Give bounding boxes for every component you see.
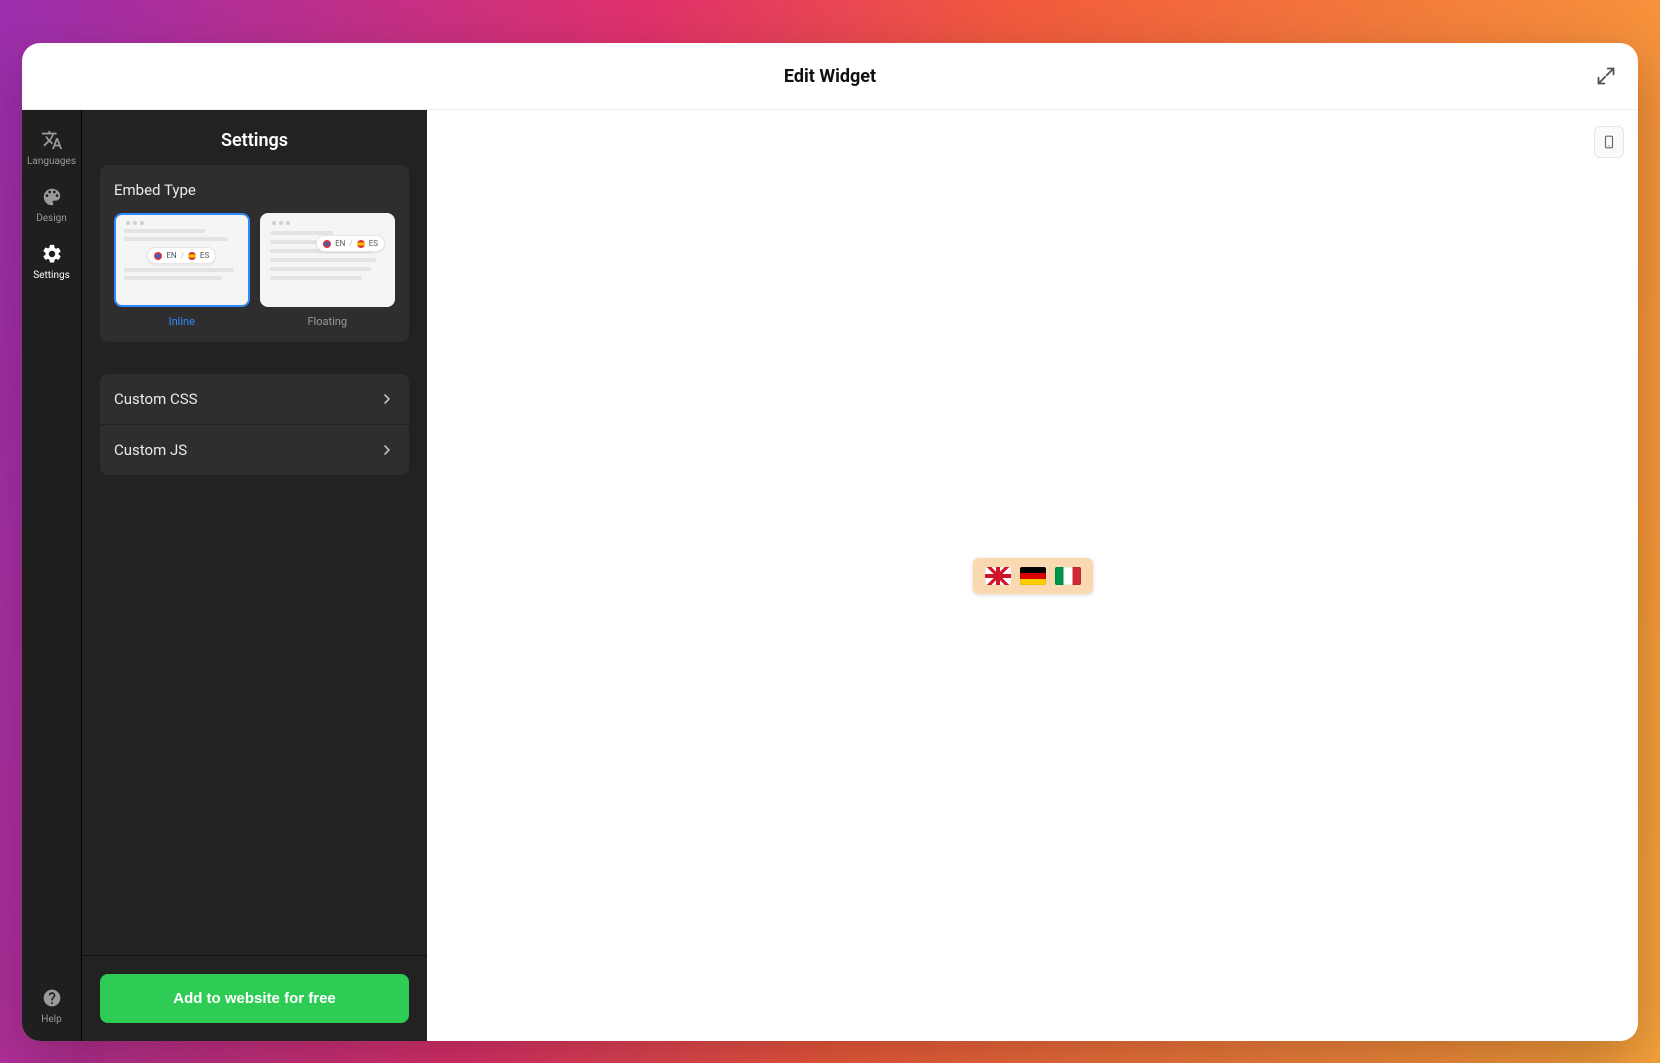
- window-dots-icon: [270, 221, 386, 229]
- nav-item-help[interactable]: Help: [22, 976, 81, 1041]
- pill-lang: EN: [335, 239, 345, 248]
- embed-thumb-floating: EN / ES: [260, 213, 396, 307]
- row-label: Custom JS: [114, 441, 187, 459]
- flag-es-icon: [357, 240, 365, 248]
- row-label: Custom CSS: [114, 390, 198, 408]
- embed-option-inline[interactable]: EN / ES Inline: [114, 213, 250, 328]
- embed-type-card: Embed Type EN / E: [100, 165, 409, 342]
- translate-icon: [40, 128, 64, 152]
- nav-label: Design: [36, 213, 67, 224]
- embed-caption: Inline: [169, 315, 195, 328]
- embed-type-label: Embed Type: [114, 181, 395, 199]
- flag-en-icon: [323, 240, 331, 248]
- embed-caption: Floating: [307, 315, 347, 328]
- language-widget[interactable]: [973, 558, 1093, 594]
- chevron-right-icon: [379, 442, 395, 458]
- settings-panel: Settings Embed Type EN /: [82, 110, 427, 1041]
- settings-footer: Add to website for free: [82, 955, 427, 1041]
- side-nav: Languages Design Settings Help: [22, 110, 82, 1041]
- modal-body: Languages Design Settings Help: [22, 110, 1638, 1041]
- modal-title: Edit Widget: [784, 66, 876, 87]
- advanced-rows: Custom CSS Custom JS: [100, 374, 409, 475]
- expand-button[interactable]: [1592, 62, 1620, 90]
- help-icon: [40, 986, 64, 1010]
- edit-widget-modal: Edit Widget Languages Design: [22, 43, 1638, 1041]
- mobile-preview-toggle[interactable]: [1594, 126, 1624, 158]
- preview-area: [427, 110, 1638, 1041]
- smartphone-icon: [1602, 132, 1616, 152]
- pill-lang: ES: [369, 239, 378, 248]
- modal-header: Edit Widget: [22, 43, 1638, 110]
- nav-item-design[interactable]: Design: [22, 175, 81, 232]
- nav-label: Help: [41, 1014, 61, 1025]
- nav-item-settings[interactable]: Settings: [22, 232, 81, 289]
- chevron-right-icon: [379, 391, 395, 407]
- flag-es-icon: [188, 252, 196, 260]
- gear-icon: [40, 242, 64, 266]
- palette-icon: [40, 185, 64, 209]
- add-to-website-button[interactable]: Add to website for free: [100, 974, 409, 1023]
- embed-option-floating[interactable]: EN / ES Floating: [260, 213, 396, 328]
- flag-uk-icon[interactable]: [985, 567, 1011, 585]
- row-custom-js[interactable]: Custom JS: [100, 424, 409, 475]
- embed-type-options: EN / ES Inline: [114, 213, 395, 328]
- flag-en-icon: [154, 252, 162, 260]
- embed-thumb-inline: EN / ES: [114, 213, 250, 307]
- flag-de-icon[interactable]: [1020, 567, 1046, 585]
- window-dots-icon: [124, 221, 240, 229]
- flag-it-icon[interactable]: [1055, 567, 1081, 585]
- panel-title: Settings: [100, 124, 409, 165]
- lang-pill: EN / ES: [147, 247, 216, 264]
- lang-pill: EN / ES: [316, 235, 385, 252]
- nav-label: Settings: [33, 270, 70, 281]
- pill-lang: EN: [166, 251, 176, 260]
- nav-label: Languages: [27, 156, 76, 167]
- nav-item-languages[interactable]: Languages: [22, 118, 81, 175]
- row-custom-css[interactable]: Custom CSS: [100, 374, 409, 424]
- expand-icon: [1596, 66, 1616, 86]
- pill-lang: ES: [200, 251, 209, 260]
